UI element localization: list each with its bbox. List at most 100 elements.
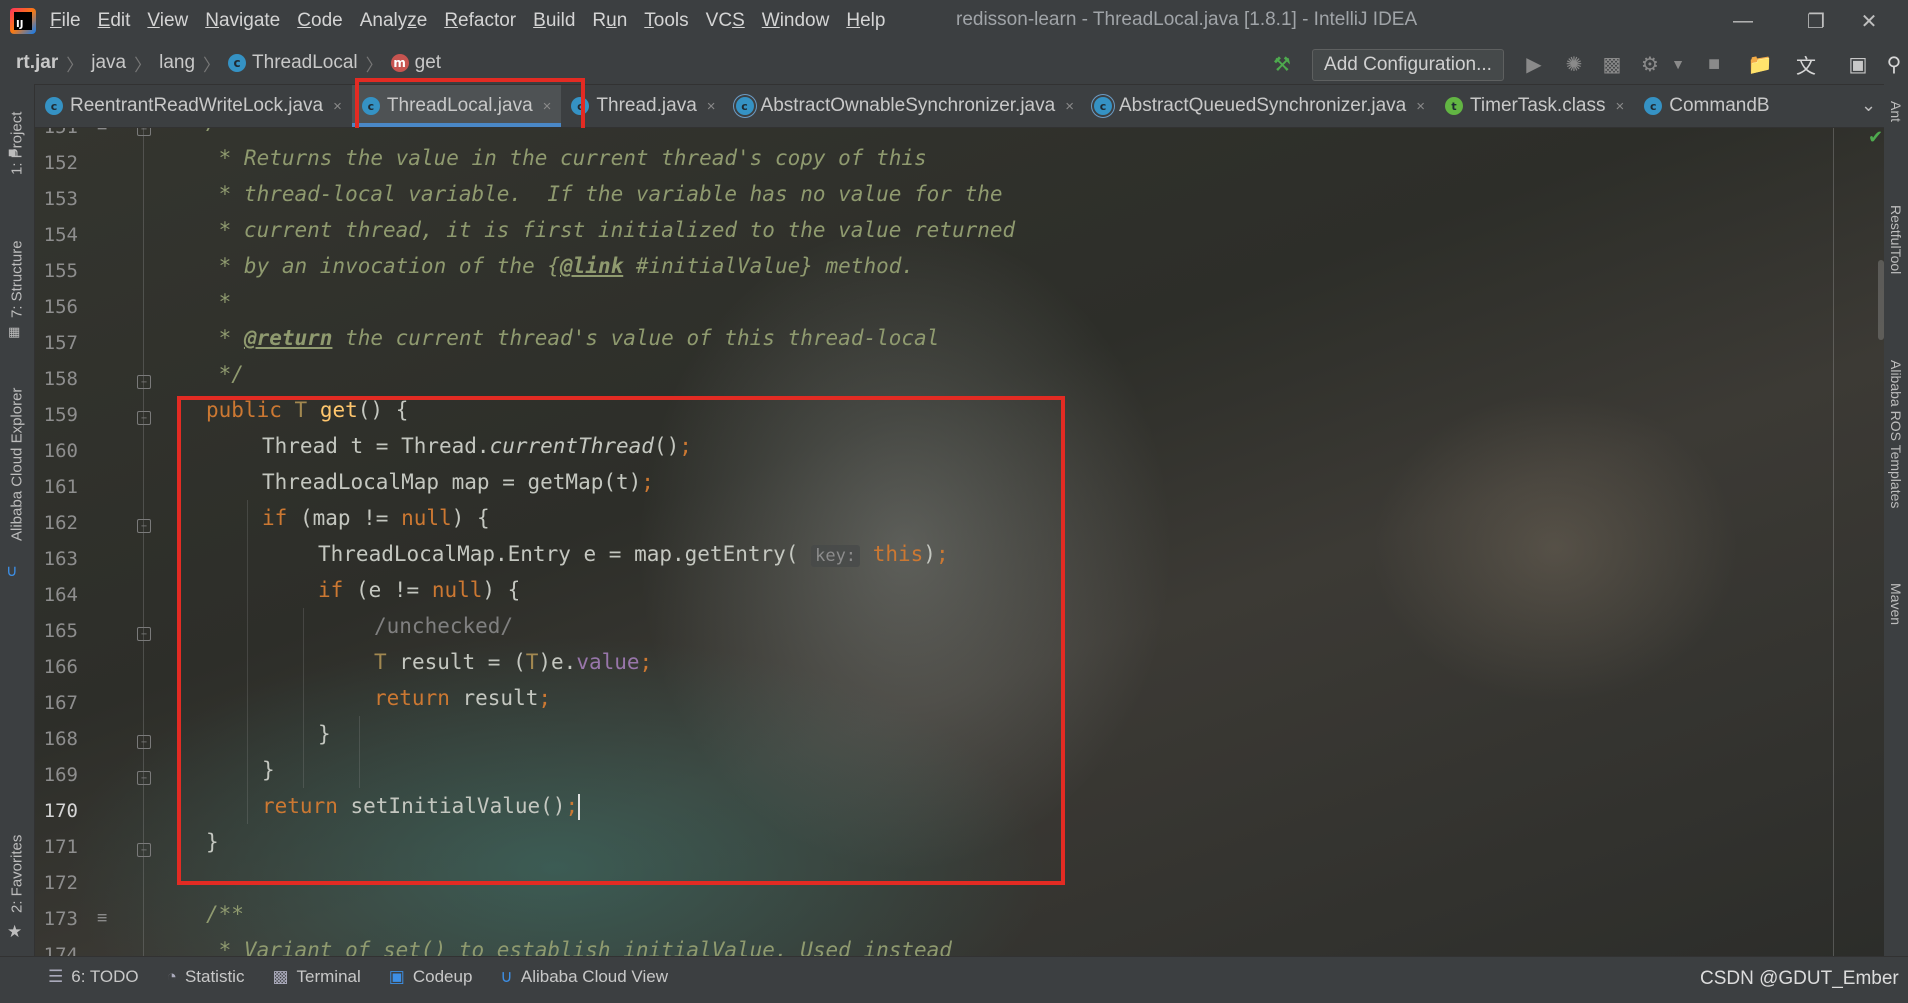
translate-icon[interactable]: 文 bbox=[1792, 50, 1820, 78]
tool-tab-maven[interactable]: Maven bbox=[1886, 564, 1906, 644]
tab-label: AbstractOwnableSynchronizer.java bbox=[760, 95, 1056, 116]
profile-icon[interactable]: ⚙ bbox=[1636, 50, 1664, 78]
editor-scrollbar[interactable] bbox=[1878, 260, 1884, 340]
search-icon[interactable]: ⚲ bbox=[1880, 50, 1908, 78]
cloud-view-icon: ∪ bbox=[500, 967, 513, 986]
code-editor[interactable]: 151 152 153 154 155 156 157 158 159 160 … bbox=[35, 128, 1884, 956]
inspection-ok-check-icon[interactable]: ✔ bbox=[1868, 127, 1883, 148]
fold-marker-icon[interactable]: − bbox=[137, 735, 151, 749]
close-tab-icon[interactable]: × bbox=[543, 98, 552, 115]
breadcrumb-method[interactable]: m get bbox=[390, 52, 442, 74]
menu-build[interactable]: Build bbox=[533, 10, 575, 32]
breadcrumb-jar[interactable]: rt.jar bbox=[16, 52, 58, 74]
tool-tab-project[interactable]: 1: Project bbox=[2, 98, 32, 188]
close-tab-icon[interactable]: × bbox=[1615, 98, 1624, 115]
breadcrumb-class[interactable]: c ThreadLocal bbox=[228, 52, 358, 74]
tab-overflow-chevron-icon[interactable]: ⌄ bbox=[1861, 95, 1876, 116]
add-configuration-button[interactable]: Add Configuration... bbox=[1312, 49, 1504, 81]
menu-tools[interactable]: Tools bbox=[644, 10, 688, 32]
debug-icon[interactable]: ✺ bbox=[1560, 50, 1588, 78]
tab-abstractqueuedsynchronizer[interactable]: c AbstractQueuedSynchronizer.java × bbox=[1084, 85, 1435, 127]
tab-label: AbstractQueuedSynchronizer.java bbox=[1118, 95, 1407, 116]
tool-statistic[interactable]: ◔ Statistic bbox=[167, 967, 245, 987]
menu-help[interactable]: Help bbox=[846, 10, 885, 32]
line-number: 174 bbox=[43, 944, 78, 956]
breadcrumb-method-label: get bbox=[414, 52, 442, 73]
minimize-window-icon[interactable]: — bbox=[1730, 8, 1756, 34]
close-window-icon[interactable]: ✕ bbox=[1856, 8, 1882, 34]
code-line-171: } bbox=[206, 830, 219, 854]
menu-window[interactable]: Window bbox=[762, 10, 830, 32]
fold-marker-icon[interactable]: − bbox=[137, 519, 151, 533]
fold-marker-icon[interactable]: − bbox=[137, 771, 151, 785]
structure-icon: ▦ bbox=[8, 324, 21, 339]
menu-edit[interactable]: Edit bbox=[98, 10, 131, 32]
star-icon: ★ bbox=[7, 922, 23, 941]
tool-tab-structure[interactable]: 7: Structure bbox=[2, 224, 32, 334]
stop-icon[interactable]: ■ bbox=[1700, 50, 1728, 78]
folder-icon: ■ bbox=[8, 144, 17, 160]
code-line-168: } bbox=[318, 722, 331, 746]
tab-threadlocal[interactable]: c ThreadLocal.java × bbox=[351, 85, 562, 127]
run-icon[interactable]: ▶ bbox=[1520, 50, 1548, 78]
menu-file[interactable]: File bbox=[50, 10, 81, 32]
tab-reentrantreadwritelock[interactable]: c ReentrantReadWriteLock.java × bbox=[35, 85, 352, 127]
code-line-160: Thread t = Thread.currentThread(); bbox=[262, 434, 692, 458]
menu-analyze[interactable]: Analyze bbox=[360, 10, 428, 32]
c-class-icon: c bbox=[45, 97, 63, 115]
tool-tab-ros-templates[interactable]: Alibaba ROS Templates bbox=[1886, 334, 1906, 534]
editor-tab-bar: c ReentrantReadWriteLock.java × c Thread… bbox=[35, 85, 1884, 128]
tool-todo[interactable]: ☰ 6: TODO bbox=[48, 967, 139, 987]
layout-icon[interactable]: ▣ bbox=[1844, 50, 1872, 78]
line-number: 151 bbox=[35, 128, 78, 138]
tool-tab-restful[interactable]: RestfulTool bbox=[1886, 180, 1906, 300]
tab-commandb[interactable]: c CommandB bbox=[1634, 85, 1779, 127]
tool-terminal-label: Terminal bbox=[296, 967, 361, 986]
line-number: 168 bbox=[43, 728, 78, 750]
run-options-chevron-icon[interactable]: ▼ bbox=[1664, 50, 1692, 78]
restore-window-icon[interactable]: ❐ bbox=[1803, 8, 1829, 34]
menu-code[interactable]: Code bbox=[297, 10, 342, 32]
breadcrumb-lang[interactable]: lang bbox=[159, 52, 195, 74]
fold-marker-icon[interactable]: − bbox=[137, 128, 151, 136]
codeup-icon: ▣ bbox=[388, 967, 405, 986]
tool-tab-cloud-explorer[interactable]: Alibaba Cloud Explorer bbox=[2, 374, 32, 554]
tool-tab-favorites[interactable]: 2: Favorites bbox=[2, 824, 32, 924]
close-tab-icon[interactable]: × bbox=[1416, 98, 1425, 115]
tool-codeup[interactable]: ▣ Codeup bbox=[389, 967, 473, 987]
code-line-166: T result = (T)e.value; bbox=[374, 650, 653, 674]
fold-marker-icon[interactable]: − bbox=[137, 375, 151, 389]
coverage-icon[interactable]: ▩ bbox=[1598, 50, 1626, 78]
tab-label: ThreadLocal.java bbox=[386, 95, 533, 116]
tab-abstractownablesynchronizer[interactable]: c AbstractOwnableSynchronizer.java × bbox=[726, 85, 1084, 127]
right-margin-guide bbox=[1833, 128, 1834, 956]
menu-navigate[interactable]: Navigate bbox=[205, 10, 280, 32]
c-class-icon: c bbox=[1644, 97, 1663, 115]
project-structure-icon[interactable]: 📁 bbox=[1746, 50, 1774, 78]
menu-refactor[interactable]: Refactor bbox=[444, 10, 516, 32]
rendered-doc-toggle-icon[interactable]: ≡ bbox=[97, 908, 107, 928]
code-line-174: * Variant of set() to establish initialV… bbox=[206, 938, 952, 956]
rendered-doc-toggle-icon[interactable]: ≡ bbox=[97, 128, 107, 136]
menu-view[interactable]: View bbox=[147, 10, 188, 32]
build-hammer-icon[interactable]: ⚒ bbox=[1268, 50, 1296, 78]
c-class-icon: c bbox=[361, 97, 380, 115]
breadcrumb-java[interactable]: java bbox=[91, 52, 126, 74]
line-number: 155 bbox=[43, 260, 78, 282]
tab-timertask[interactable]: t TimerTask.class × bbox=[1435, 85, 1634, 127]
status-bar bbox=[0, 996, 1908, 1003]
close-tab-icon[interactable]: × bbox=[707, 98, 716, 115]
close-tab-icon[interactable]: × bbox=[1065, 98, 1074, 115]
fold-marker-icon[interactable]: − bbox=[137, 411, 151, 425]
menu-run[interactable]: Run bbox=[592, 10, 627, 32]
fold-marker-icon[interactable]: − bbox=[137, 843, 151, 857]
tool-terminal[interactable]: ▩ Terminal bbox=[272, 967, 360, 987]
tool-alibaba-cloud-view[interactable]: ∪ Alibaba Cloud View bbox=[500, 967, 668, 987]
line-number: 157 bbox=[43, 332, 78, 354]
tab-label: Thread.java bbox=[596, 95, 697, 116]
fold-marker-icon[interactable]: − bbox=[137, 627, 151, 641]
menu-vcs[interactable]: VCS bbox=[706, 10, 745, 32]
tab-thread[interactable]: c Thread.java × bbox=[561, 85, 725, 127]
close-tab-icon[interactable]: × bbox=[333, 98, 342, 115]
tool-tab-ant[interactable]: Ant bbox=[1886, 92, 1906, 132]
